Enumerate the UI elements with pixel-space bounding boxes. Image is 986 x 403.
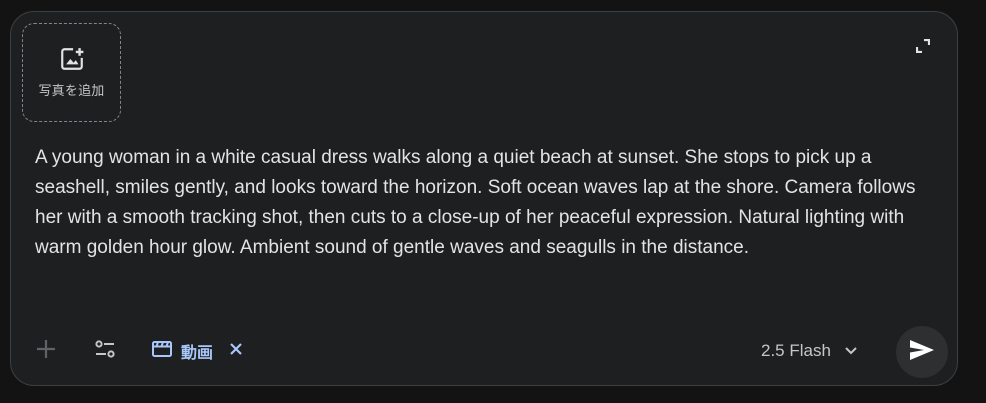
- close-icon: [230, 342, 242, 360]
- chevron-down-icon: [845, 342, 857, 360]
- add-photo-icon: [59, 46, 85, 72]
- add-photo-label: 写真を追加: [38, 84, 105, 99]
- tools-button[interactable]: [92, 338, 118, 364]
- video-mode-label: 動画: [181, 343, 214, 362]
- video-mode-chip[interactable]: 動画: [151, 338, 245, 364]
- add-photo-button[interactable]: 写真を追加: [22, 23, 121, 122]
- prompt-composer: 写真を追加 A young woman in a white casual dr…: [10, 11, 958, 386]
- clapperboard-icon: [151, 339, 173, 364]
- composer-toolbar: 動画 2.5 Flash: [11, 324, 957, 380]
- model-selector[interactable]: 2.5 Flash: [761, 338, 857, 364]
- remove-video-mode-button[interactable]: [227, 342, 245, 360]
- prompt-text[interactable]: A young woman in a white casual dress wa…: [35, 143, 925, 263]
- add-button[interactable]: [33, 338, 59, 364]
- send-icon: [909, 339, 935, 366]
- model-label: 2.5 Flash: [761, 341, 831, 360]
- send-button[interactable]: [896, 326, 948, 378]
- tools-icon: [94, 338, 116, 365]
- expand-button[interactable]: [911, 36, 935, 60]
- plus-icon: [36, 339, 56, 364]
- expand-icon: [915, 38, 931, 58]
